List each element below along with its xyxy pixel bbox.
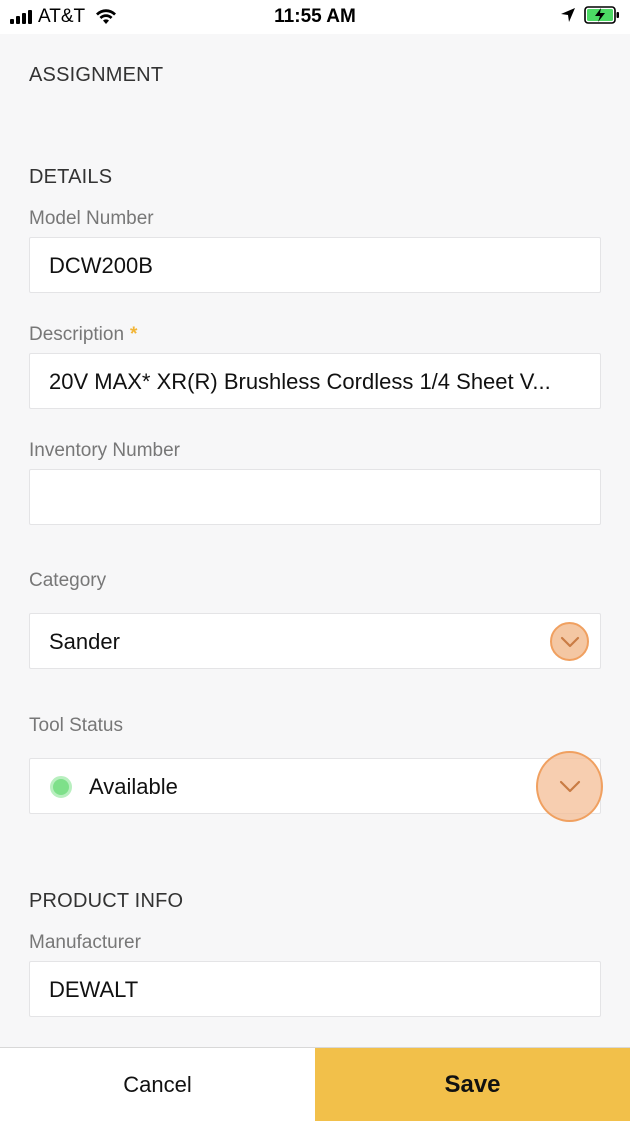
category-dropdown[interactable]: Sander — [29, 613, 601, 669]
model-number-value: DCW200B — [49, 253, 153, 278]
tool-status-label: Tool Status — [29, 715, 123, 736]
status-right — [560, 6, 620, 24]
manufacturer-value: DEWALT — [49, 977, 139, 1002]
manufacturer-label: Manufacturer — [29, 932, 141, 953]
section-title-details: DETAILS — [29, 166, 113, 188]
tool-status-dropdown[interactable]: Available — [29, 758, 601, 814]
category-value: Sander — [49, 629, 120, 654]
inventory-number-field[interactable] — [29, 469, 601, 525]
cancel-button[interactable]: Cancel — [0, 1048, 315, 1121]
chevron-down-icon — [559, 780, 580, 793]
battery-charging-icon — [584, 6, 619, 24]
description-value: 20V MAX* XR(R) Brushless Cordless 1/4 Sh… — [49, 369, 551, 394]
status-time: 11:55 AM — [274, 6, 356, 27]
category-chevron-button[interactable] — [550, 622, 589, 661]
required-star: * — [130, 324, 138, 345]
model-number-field[interactable]: DCW200B — [29, 237, 601, 293]
manufacturer-field[interactable]: DEWALT — [29, 961, 601, 1017]
tool-status-value: Available — [89, 774, 178, 799]
status-bar: AT&T 11:55 AM — [0, 0, 630, 34]
section-title-assignment: ASSIGNMENT — [29, 64, 164, 86]
description-field[interactable]: 20V MAX* XR(R) Brushless Cordless 1/4 Sh… — [29, 353, 601, 409]
location-icon — [561, 8, 575, 22]
status-available-dot — [50, 776, 72, 798]
bottom-action-bar: Cancel Save — [0, 1047, 630, 1121]
chevron-down-icon — [560, 636, 579, 647]
section-title-product-info: PRODUCT INFO — [29, 890, 184, 912]
description-label-text: Description — [29, 324, 125, 345]
category-label: Category — [29, 570, 107, 591]
model-number-label: Model Number — [29, 208, 154, 229]
inventory-number-label: Inventory Number — [29, 440, 181, 461]
save-button[interactable]: Save — [315, 1048, 630, 1121]
description-label: Description * — [29, 324, 137, 346]
tool-status-chevron-button[interactable] — [536, 751, 603, 822]
